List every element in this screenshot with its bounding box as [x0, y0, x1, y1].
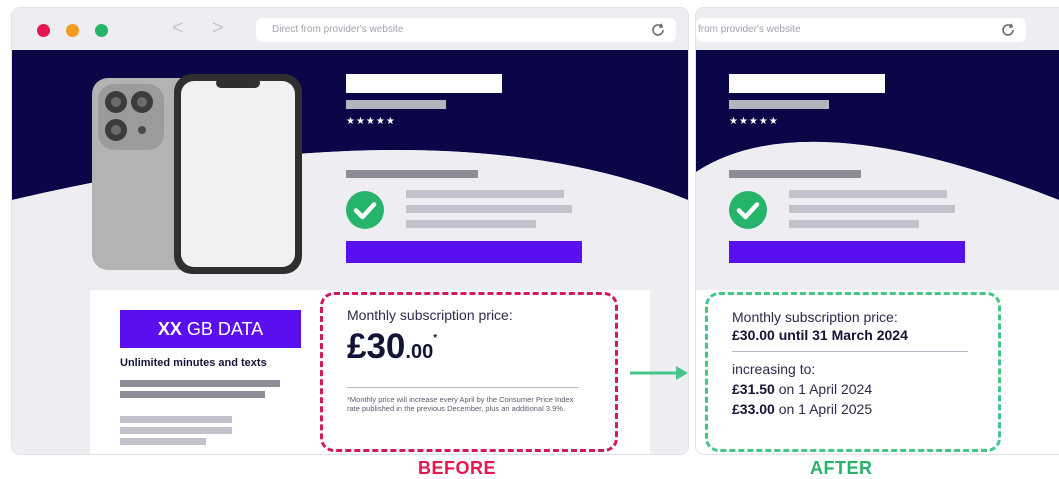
check-circle-icon	[729, 191, 767, 229]
divider	[732, 351, 968, 352]
check-circle-icon	[346, 191, 384, 229]
text-line-placeholder	[789, 205, 955, 213]
after-caption: AFTER	[810, 458, 873, 478]
address-bar-text: from provider's website	[698, 24, 801, 35]
title-bar: from provider's website	[696, 8, 1059, 50]
increase-label: increasing to:	[732, 361, 816, 377]
price-box-before: Monthly subscription price: £30.00* *Mon…	[320, 292, 618, 452]
price-step-2024: £31.50 on 1 April 2024	[732, 381, 873, 397]
price-label: Monthly subscription price:	[732, 309, 898, 325]
maximize-window-button[interactable]	[95, 24, 108, 37]
address-bar[interactable]: from provider's website	[696, 18, 1026, 42]
text-line-placeholder	[120, 416, 232, 423]
product-title-placeholder	[346, 74, 502, 93]
price-label: Monthly subscription price:	[347, 307, 513, 323]
price-step-2025: £33.00 on 1 April 2025	[732, 401, 873, 417]
refresh-icon[interactable]	[650, 22, 666, 38]
current-price-text: £30.00 until 31 March 2024	[732, 327, 908, 343]
product-subtitle-placeholder	[729, 100, 829, 109]
product-title-placeholder	[729, 74, 885, 93]
section-heading-placeholder	[729, 170, 861, 178]
text-line-placeholder	[120, 391, 265, 398]
forward-arrow-icon[interactable]: >	[212, 18, 224, 38]
monthly-price: £30.00*	[347, 327, 438, 366]
rating-stars: ★★★★★	[346, 116, 396, 127]
close-window-button[interactable]	[37, 24, 50, 37]
text-line-placeholder	[406, 190, 564, 198]
buy-now-button[interactable]	[729, 241, 965, 263]
arrow-right-icon	[630, 366, 688, 380]
address-bar[interactable]: Direct from provider's website	[256, 18, 676, 42]
text-line-placeholder	[406, 220, 536, 228]
divider	[347, 387, 579, 388]
before-caption: BEFORE	[418, 458, 497, 478]
refresh-icon[interactable]	[1000, 22, 1016, 38]
price-footnote: *Monthly price will increase every April…	[347, 395, 574, 413]
data-allowance-badge: XX GB DATA	[120, 310, 301, 348]
rating-stars: ★★★★★	[729, 116, 779, 127]
plan-features-text: Unlimited minutes and texts	[120, 357, 267, 369]
text-line-placeholder	[789, 220, 919, 228]
address-bar-text: Direct from provider's website	[272, 24, 404, 35]
back-arrow-icon[interactable]: <	[172, 18, 184, 38]
section-heading-placeholder	[346, 170, 478, 178]
phone-image	[92, 74, 302, 274]
text-line-placeholder	[789, 190, 947, 198]
price-box-after: Monthly subscription price: £30.00 until…	[705, 292, 1001, 452]
text-line-placeholder	[120, 380, 280, 387]
text-line-placeholder	[406, 205, 572, 213]
minimize-window-button[interactable]	[66, 24, 79, 37]
buy-now-button[interactable]	[346, 241, 582, 263]
text-line-placeholder	[120, 427, 232, 434]
title-bar: < > Direct from provider's website	[12, 8, 688, 50]
product-subtitle-placeholder	[346, 100, 446, 109]
text-line-placeholder	[120, 438, 206, 445]
